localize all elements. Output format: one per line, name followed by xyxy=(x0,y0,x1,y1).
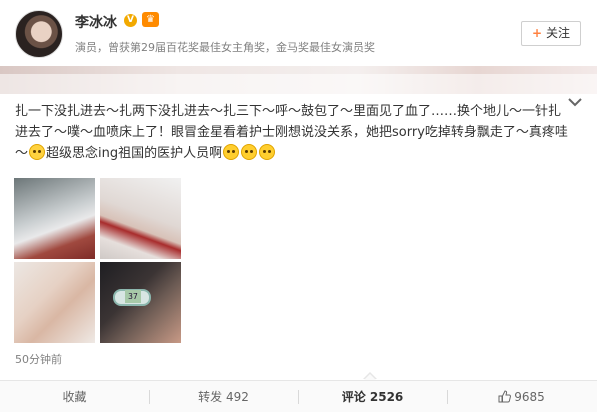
hospital-bed-photo[interactable] xyxy=(14,178,95,259)
pitiful-emoji-icon xyxy=(223,144,240,160)
pitiful-emoji-icon xyxy=(241,144,258,160)
comment-button[interactable]: 评论 2526 xyxy=(298,381,447,412)
bloody-arm-photo[interactable] xyxy=(100,178,181,259)
post-text-part-2: 超级思念ing祖国的医护人员啊 xyxy=(46,146,223,161)
post-header: 李冰冰 V ♛ 演员，曾获第29届百花奖最佳女主角奖，金马奖最佳女演员奖 + 关注 xyxy=(0,0,597,66)
post-time[interactable]: 50分钟前 xyxy=(15,351,62,367)
favorite-button[interactable]: 收藏 xyxy=(0,381,149,412)
member-crown-icon[interactable]: ♛ xyxy=(142,12,159,27)
user-bio: 演员，曾获第29届百花奖最佳女主角奖，金马奖最佳女演员奖 xyxy=(75,41,375,54)
arm-bruise-photo[interactable] xyxy=(14,262,95,343)
like-count: 9685 xyxy=(514,390,545,404)
user-name[interactable]: 李冰冰 xyxy=(75,12,117,32)
repost-button[interactable]: 转发 492 xyxy=(149,381,298,412)
banner-fade xyxy=(0,74,597,94)
verified-v-icon: V xyxy=(124,14,137,27)
user-avatar[interactable] xyxy=(15,10,63,58)
post-text: 扎一下没扎进去～扎两下没扎进去～扎三下～呼～鼓包了～里面见了血了……换个地儿～一… xyxy=(15,101,568,164)
chevron-down-icon[interactable] xyxy=(568,97,582,107)
action-bar: 收藏 转发 492 评论 2526 9685 xyxy=(0,380,597,412)
pitiful-emoji-icon xyxy=(259,144,276,160)
crying-emoji-icon xyxy=(29,144,46,160)
follow-button[interactable]: + 关注 xyxy=(521,21,581,46)
plus-icon: + xyxy=(531,26,543,40)
follow-label: 关注 xyxy=(546,26,571,40)
thumbs-up-icon xyxy=(498,390,512,403)
like-button[interactable]: 9685 xyxy=(447,381,596,412)
thermometer-reading: 37 xyxy=(125,290,141,303)
